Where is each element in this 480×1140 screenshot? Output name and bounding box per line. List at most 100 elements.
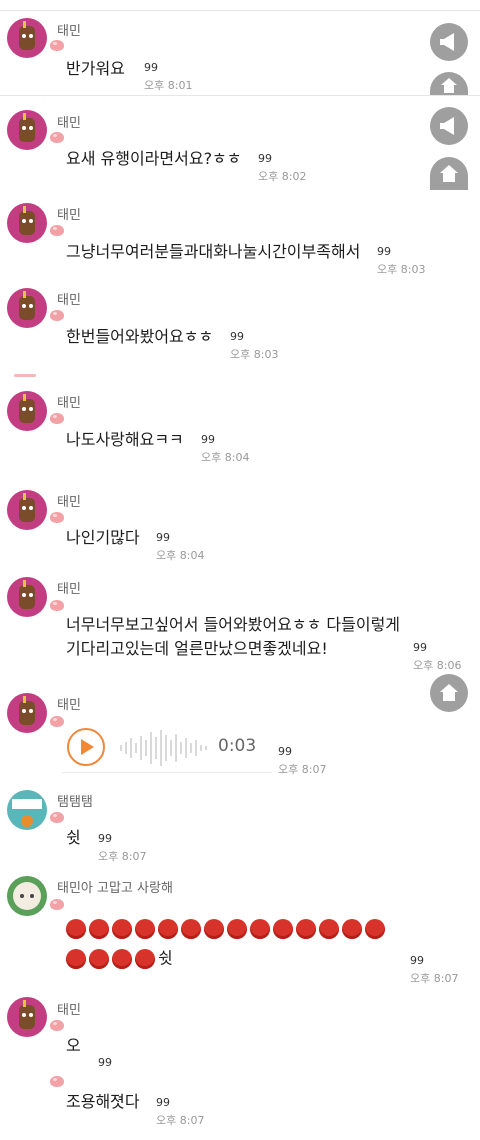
sender-name: 태민아 고맙고 사랑해 <box>57 881 173 896</box>
bear-avatar-icon <box>19 206 35 235</box>
bear-avatar-icon <box>19 696 35 725</box>
message-text[interactable]: 나도사랑해요ㅋㅋ <box>66 428 184 452</box>
timestamp: 오후 8:02 <box>258 170 307 183</box>
sender-name: 태민 <box>57 116 81 131</box>
divider <box>0 10 480 11</box>
unread-count: 99 <box>98 1056 112 1069</box>
screenshot-seam <box>14 374 36 377</box>
bear-avatar-icon <box>19 113 35 142</box>
avatar[interactable] <box>7 391 47 431</box>
home-button[interactable] <box>430 157 468 190</box>
sender-name: 태민 <box>57 208 81 223</box>
unread-count: 99 <box>377 245 391 258</box>
message-text[interactable]: 요새 유행이라면서요?ㅎㅎ <box>66 147 242 171</box>
unread-count: 99 <box>410 954 424 967</box>
timestamp: 오후 8:07 <box>156 1114 205 1127</box>
unread-count: 99 <box>278 745 292 758</box>
character-avatar-icon <box>13 882 41 910</box>
red-circle-icon <box>273 918 293 939</box>
unread-count: 99 <box>156 1096 170 1109</box>
red-circle-icon <box>89 948 109 969</box>
play-button[interactable] <box>67 728 105 766</box>
megaphone-icon <box>440 117 454 135</box>
message-text[interactable]: 쉿 <box>66 826 81 850</box>
avatar[interactable] <box>7 876 47 916</box>
message-text-line[interactable]: 너무너무보고싶어서 들어와봤어요ㅎㅎ 다들이렇게 <box>66 613 400 637</box>
peach-badge-icon <box>50 310 64 321</box>
avatar[interactable] <box>7 490 47 530</box>
peach-badge-icon <box>50 812 64 823</box>
red-circle-icon <box>342 918 362 939</box>
home-button[interactable] <box>430 674 468 712</box>
sender-name: 태민 <box>57 698 81 713</box>
bear-avatar-icon <box>19 1000 35 1029</box>
sender-name: 태민 <box>57 1003 81 1018</box>
notice-button[interactable] <box>430 23 468 61</box>
avatar[interactable] <box>7 110 47 150</box>
peach-badge-icon <box>50 899 64 910</box>
avatar[interactable] <box>7 693 47 733</box>
timestamp: 오후 8:04 <box>156 549 205 562</box>
message-text: 쉿 <box>158 948 173 968</box>
message-text-line[interactable]: 기다리고있는데 얼른만났으면좋겠네요! <box>66 637 328 661</box>
red-circle-icon <box>89 918 109 939</box>
avatar[interactable] <box>7 997 47 1037</box>
waveform-icon <box>120 730 207 766</box>
red-circle-icon <box>227 918 247 939</box>
timestamp: 오후 8:04 <box>201 451 250 464</box>
home-icon <box>440 165 458 182</box>
avatar[interactable] <box>7 790 47 830</box>
message-text[interactable]: 그냥너무여러분들과대화나눌시간이부족해서 <box>66 240 360 264</box>
bear-avatar-icon <box>19 21 35 50</box>
message-text[interactable]: 오 <box>66 1034 81 1058</box>
divider <box>62 772 272 773</box>
red-circle-icon <box>204 918 224 939</box>
message-text[interactable]: 조용해졋다 <box>66 1090 140 1114</box>
avatar[interactable] <box>7 18 47 58</box>
sender-name: 태민 <box>57 24 81 39</box>
avatar[interactable] <box>7 288 47 328</box>
unread-count: 99 <box>413 641 427 654</box>
unread-count: 99 <box>230 330 244 343</box>
megaphone-icon <box>440 33 454 51</box>
peach-badge-icon <box>50 1020 64 1031</box>
notice-button[interactable] <box>430 107 468 145</box>
red-circle-icon <box>66 948 86 969</box>
sender-name: 탬탬탬 <box>57 795 93 810</box>
timestamp: 오후 8:06 <box>413 659 462 672</box>
timestamp: 오후 8:01 <box>144 79 193 92</box>
home-button[interactable] <box>430 72 468 95</box>
bear-avatar-icon <box>19 394 35 423</box>
message-text[interactable]: 나인기많다 <box>66 526 140 550</box>
message-text[interactable]: 반가워요 <box>66 57 125 81</box>
voice-message[interactable]: 0:03 <box>62 723 272 773</box>
bear-avatar-icon <box>19 291 35 320</box>
unread-count: 99 <box>201 433 215 446</box>
peach-badge-icon <box>50 1076 64 1087</box>
timestamp: 오후 8:07 <box>410 972 459 985</box>
timestamp: 오후 8:07 <box>98 850 147 863</box>
voice-duration: 0:03 <box>218 736 257 756</box>
red-circle-icon <box>365 918 385 939</box>
peach-badge-icon <box>50 40 64 51</box>
emoji-row[interactable]: 쉿 <box>66 946 173 971</box>
red-circle-icon <box>112 918 132 939</box>
peach-badge-icon <box>50 225 64 236</box>
home-icon <box>440 684 458 701</box>
bear-avatar-icon <box>19 580 35 609</box>
peach-badge-icon <box>50 512 64 523</box>
red-circle-icon <box>112 948 132 969</box>
character-avatar-icon <box>12 799 42 827</box>
message-text[interactable]: 한번들어와봤어요ㅎㅎ <box>66 325 213 349</box>
sender-name: 태민 <box>57 582 81 597</box>
emoji-row[interactable] <box>66 918 388 939</box>
red-circle-icon <box>181 918 201 939</box>
timestamp: 오후 8:03 <box>230 348 279 361</box>
unread-count: 99 <box>144 61 158 74</box>
red-circle-icon <box>250 918 270 939</box>
avatar[interactable] <box>7 203 47 243</box>
red-circle-icon <box>66 918 86 939</box>
peach-badge-icon <box>50 600 64 611</box>
timestamp: 오후 8:03 <box>377 263 426 276</box>
avatar[interactable] <box>7 577 47 617</box>
